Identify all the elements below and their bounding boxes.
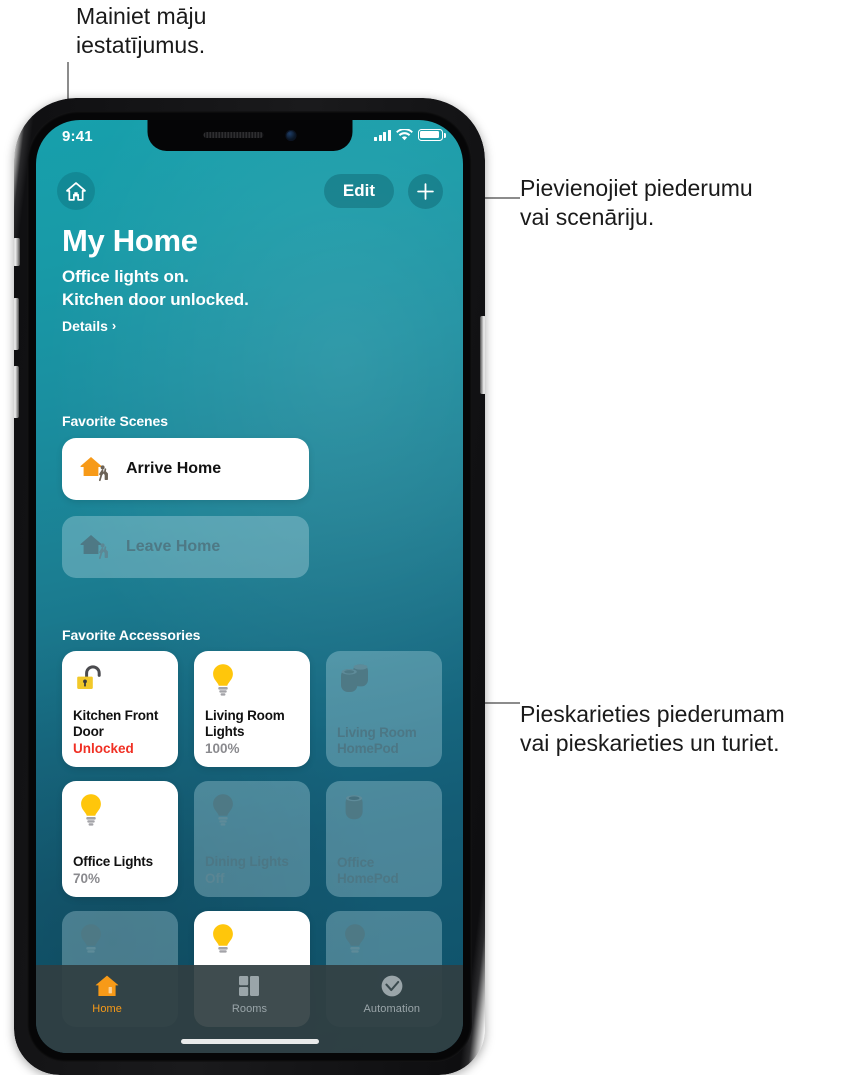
accessory-icon	[205, 662, 299, 706]
iphone-device-frame: 9:41 Edit My Home Office lights on. Kitc…	[14, 98, 485, 1075]
home-filled-icon	[95, 975, 119, 996]
tab-automation[interactable]: Automation	[321, 974, 463, 1053]
accessory-text: Living Room HomePod	[337, 725, 431, 758]
accessory-icon	[73, 662, 167, 706]
volume-down-button[interactable]	[14, 366, 19, 418]
accessory-name: Dining Lights	[205, 854, 289, 870]
phone-screen: 9:41 Edit My Home Office lights on. Kitc…	[36, 120, 463, 1053]
accessory-name: Office Lights	[73, 854, 153, 870]
lightbulb-icon	[213, 794, 233, 826]
lightbulb-icon	[345, 924, 365, 953]
home-settings-button[interactable]	[57, 172, 95, 210]
homepod-stereo-icon	[341, 664, 368, 692]
status-indicators	[374, 129, 446, 141]
accessory-name: Kitchen Front Door	[73, 708, 159, 740]
tab-label: Automation	[363, 1003, 421, 1015]
rooms-grid-icon	[239, 976, 260, 996]
scene-card-arrive-home[interactable]: Arrive Home	[62, 438, 309, 500]
callout-settings: Mainiet māju iestatījumus.	[76, 3, 207, 59]
front-camera-icon	[285, 129, 296, 141]
scene-card-leave-home[interactable]: Leave Home	[62, 516, 309, 578]
tab-home[interactable]: Home	[36, 974, 178, 1053]
callout-add-accessory: Pievienojiet piederumu vai scenāriju.	[520, 175, 753, 231]
accessory-state: 100%	[205, 741, 240, 757]
earpiece-speaker-icon	[203, 132, 263, 138]
home-title-block: My Home Office lights on. Kitchen door u…	[62, 224, 249, 334]
power-button[interactable]	[480, 316, 485, 394]
accessory-icon	[205, 792, 299, 836]
battery-tip	[443, 133, 446, 139]
accessory-text: Living Room Lights 100%	[205, 708, 299, 758]
homepod-icon	[345, 795, 363, 820]
tab-label: Home	[92, 1003, 123, 1015]
status-line: Office lights on.	[62, 267, 189, 287]
accessory-text: Kitchen Front Door Unlocked	[73, 708, 167, 758]
accessory-card-dining-lights[interactable]: Dining Lights Off	[194, 781, 310, 897]
status-line: Kitchen door unlocked.	[62, 290, 249, 310]
cellular-signal-icon	[374, 129, 391, 141]
home-status-summary: Office lights on. Kitchen door unlocked.	[62, 266, 249, 311]
accessory-name: Office HomePod	[337, 855, 399, 887]
add-button[interactable]	[408, 174, 443, 209]
accessory-icon	[337, 662, 431, 706]
house-arrive-icon	[80, 457, 108, 482]
tab-label: Rooms	[231, 1003, 268, 1015]
lightbulb-icon	[81, 924, 101, 953]
mute-switch[interactable]	[14, 238, 20, 266]
accessory-text: Office Lights 70%	[73, 854, 167, 888]
accessory-state: Off	[205, 871, 225, 887]
page-title: My Home	[62, 223, 198, 258]
scene-label: Arrive Home	[126, 460, 222, 477]
accessory-card-kitchen-front-door[interactable]: Kitchen Front Door Unlocked	[62, 651, 178, 767]
details-label: Details	[62, 317, 108, 334]
house-leave-icon	[80, 535, 108, 560]
unlocked-padlock-icon	[77, 665, 101, 689]
accessory-state: Unlocked	[73, 741, 134, 757]
accessory-state: 70%	[73, 871, 101, 887]
accessory-icon	[73, 922, 167, 966]
lightbulb-icon	[213, 664, 233, 696]
accessory-name: Living Room Lights	[205, 708, 285, 740]
battery-full-icon	[418, 129, 446, 141]
details-link[interactable]: Details ›	[62, 318, 249, 334]
callout-touch-accessory: Pieskarieties piederumam vai pieskarieti…	[520, 701, 785, 757]
accessory-icon	[337, 922, 431, 966]
tab-bar: Home Rooms Automation	[36, 965, 463, 1053]
edit-button[interactable]: Edit	[323, 174, 394, 208]
plus-icon	[417, 183, 434, 200]
automation-clock-icon	[381, 975, 403, 997]
device-notch	[147, 120, 352, 151]
chevron-right-icon: ›	[111, 318, 117, 334]
home-indicator[interactable]	[180, 1039, 319, 1044]
favorite-scenes-heading: Favorite Scenes	[62, 413, 168, 429]
favorite-accessories-heading: Favorite Accessories	[62, 627, 201, 643]
accessory-card-office-homepod[interactable]: Office HomePod	[326, 781, 442, 897]
lightbulb-icon	[213, 924, 233, 953]
status-time: 9:41	[62, 128, 93, 145]
accessory-text: Office HomePod	[337, 855, 431, 888]
accessory-icon	[205, 922, 299, 966]
accessory-text: Dining Lights Off	[205, 854, 299, 888]
accessory-card-living-room-lights[interactable]: Living Room Lights 100%	[194, 651, 310, 767]
accessory-icon	[73, 792, 167, 836]
home-icon	[66, 181, 86, 201]
wifi-icon	[396, 129, 413, 141]
lightbulb-icon	[81, 794, 101, 826]
app-header: Edit	[36, 172, 463, 212]
accessory-card-living-room-homepod[interactable]: Living Room HomePod	[326, 651, 442, 767]
scene-label: Leave Home	[126, 538, 221, 555]
accessory-card-office-lights[interactable]: Office Lights 70%	[62, 781, 178, 897]
accessory-name: Living Room HomePod	[337, 725, 417, 757]
accessory-icon	[337, 792, 431, 836]
volume-up-button[interactable]	[14, 298, 19, 350]
